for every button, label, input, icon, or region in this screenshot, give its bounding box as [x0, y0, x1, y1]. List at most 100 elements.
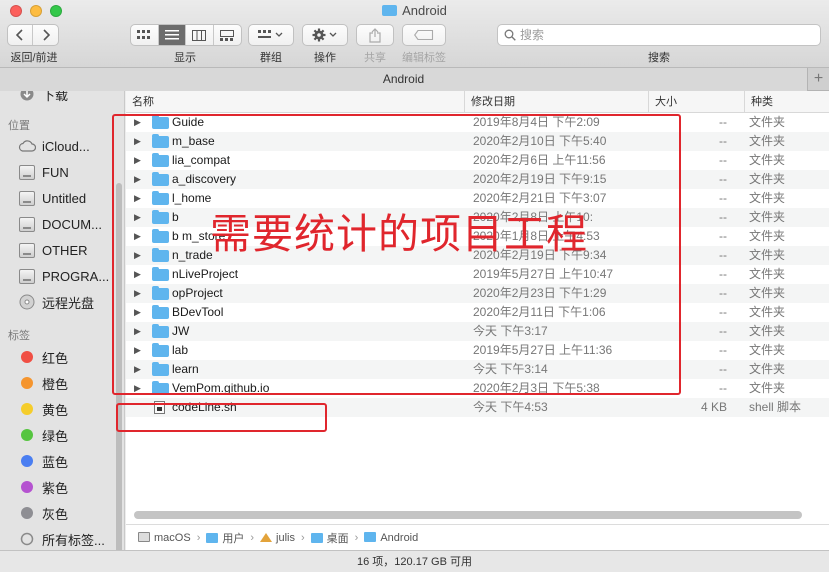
home-icon	[260, 532, 273, 542]
file-kind: 文件夹	[749, 153, 786, 167]
file-kind: 文件夹	[749, 172, 786, 186]
tag-color-dot-icon	[18, 428, 36, 442]
tag-color-dot-icon	[18, 350, 36, 364]
sidebar-item-tag[interactable]: 黄色	[0, 398, 118, 420]
folder-icon	[364, 531, 377, 542]
search-icon	[504, 29, 516, 41]
path-segment[interactable]: 用户	[206, 530, 244, 546]
sidebar-item-label: 红色	[42, 350, 69, 366]
grid-icon	[137, 30, 151, 39]
tag-color-dot-icon	[18, 454, 36, 468]
annotation-label: 需要统计的项目工程	[210, 210, 588, 258]
column-header-size[interactable]: 大小	[648, 91, 744, 113]
chevron-left-icon	[16, 29, 23, 41]
tag-color-dot-icon	[18, 376, 36, 390]
sidebar-item-tag[interactable]: 紫色	[0, 476, 118, 498]
cloud-icon	[18, 139, 36, 153]
file-kind: 文件夹	[749, 115, 786, 129]
edit-tags-button[interactable]	[402, 24, 446, 46]
sidebar-item-location[interactable]: Untitled	[0, 187, 118, 209]
tag-color-dot-icon	[18, 480, 36, 494]
folder-icon	[310, 532, 323, 543]
all-tags-icon	[18, 532, 36, 546]
sidebar: 下载 位置 iCloud... FUN Untitled DOCUM... OTHER P…	[0, 91, 125, 550]
path-segment-label: Android	[380, 531, 419, 544]
sidebar-item-location[interactable]: FUN	[0, 161, 118, 183]
file-size: 4 KB	[700, 400, 727, 414]
file-kind: 文件夹	[749, 229, 786, 243]
tag-color-dot-icon	[18, 506, 36, 520]
tags-header: 标签	[8, 330, 30, 342]
chevron-right-icon: ›	[300, 531, 305, 544]
sidebar-item-label: OTHER	[42, 242, 88, 258]
file-kind: shell 脚本	[749, 400, 802, 414]
column-view-button[interactable]	[186, 25, 214, 45]
search-label: 搜索	[648, 52, 670, 64]
sidebar-item-tag[interactable]: 橙色	[0, 372, 118, 394]
locations-header: 位置	[8, 120, 30, 132]
icon-view-button[interactable]	[131, 25, 159, 45]
group-icon	[258, 30, 283, 38]
disk-icon	[18, 190, 36, 206]
download-icon	[18, 91, 36, 101]
share-button[interactable]	[356, 24, 394, 46]
column-header-kind[interactable]: 种类	[744, 91, 829, 113]
disk-icon	[18, 216, 36, 232]
sidebar-item-label: 橙色	[42, 376, 69, 392]
tab-bar: Android +	[0, 68, 829, 91]
sidebar-item-tag[interactable]: 所有标签...	[0, 528, 118, 550]
sidebar-item-location[interactable]: OTHER	[0, 239, 118, 261]
gear-icon	[312, 28, 337, 42]
column-header-name[interactable]: 名称	[126, 91, 464, 113]
new-tab-button[interactable]: +	[808, 68, 829, 91]
sidebar-item-location[interactable]: DOCUM...	[0, 213, 118, 235]
search-input[interactable]	[520, 28, 800, 42]
disk-icon	[18, 268, 36, 284]
file-kind: 文件夹	[749, 248, 786, 262]
horizontal-scrollbar[interactable]	[134, 511, 802, 519]
file-kind: 文件夹	[749, 362, 786, 376]
sidebar-item-label: 绿色	[42, 428, 69, 444]
forward-button[interactable]	[33, 25, 58, 45]
list-icon	[164, 30, 179, 40]
sidebar-item-tag[interactable]: 蓝色	[0, 450, 118, 472]
path-segment[interactable]: macOS	[138, 531, 191, 544]
sidebar-item-label: 黄色	[42, 402, 69, 418]
sidebar-item-location[interactable]: 远程光盘	[0, 291, 118, 313]
sidebar-item-downloads[interactable]: 下载	[0, 91, 118, 105]
path-segment-label: macOS	[154, 531, 191, 544]
sidebar-item-tag[interactable]: 红色	[0, 346, 118, 368]
file-kind: 文件夹	[749, 324, 786, 338]
chevron-right-icon: ›	[250, 531, 255, 544]
toolbar: Android 返回/前进 显示 群组 操作 共享 编辑标签 搜索 搜索	[0, 0, 829, 68]
sidebar-item-label: DOCUM...	[42, 216, 102, 232]
action-button[interactable]	[302, 24, 348, 46]
sidebar-item-label: 远程光盘	[42, 295, 95, 311]
edit-tags-label: 编辑标签	[402, 52, 446, 64]
path-segment-label: 桌面	[326, 532, 349, 545]
column-header-date[interactable]: 修改日期	[464, 91, 648, 113]
sidebar-item-location[interactable]: iCloud...	[0, 135, 118, 157]
path-segment[interactable]: julis	[260, 532, 295, 544]
gallery-view-button[interactable]	[214, 25, 241, 45]
back-button[interactable]	[8, 25, 34, 45]
folder-icon	[382, 5, 398, 16]
sidebar-item-location[interactable]: PROGRA...	[0, 265, 118, 287]
sidebar-item-tag[interactable]: 灰色	[0, 502, 118, 524]
path-segment[interactable]: 桌面	[310, 530, 349, 546]
group-button[interactable]	[248, 24, 294, 46]
sidebar-item-tag[interactable]: 绿色	[0, 424, 118, 446]
file-kind: 文件夹	[749, 267, 786, 281]
list-view-button[interactable]	[158, 25, 186, 45]
column-headers: 名称 修改日期 大小 种类	[126, 91, 829, 113]
tab-android[interactable]: Android	[0, 68, 808, 91]
sidebar-item-label: PROGRA...	[42, 268, 110, 284]
share-icon	[369, 27, 381, 43]
path-bar: macOS › 用户 › julis › 桌面 › Android	[126, 524, 829, 550]
search-field[interactable]	[497, 24, 821, 46]
gallery-icon	[220, 29, 235, 41]
window-title: Android	[0, 3, 829, 18]
tag-icon	[414, 30, 434, 40]
disk-icon	[18, 164, 36, 180]
path-segment[interactable]: Android	[364, 531, 419, 544]
